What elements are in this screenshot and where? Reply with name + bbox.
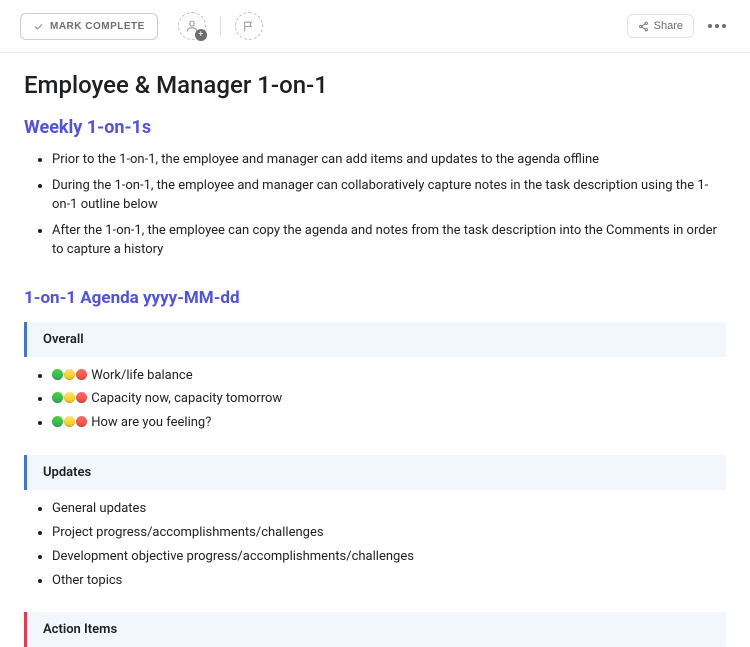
topbar: MARK COMPLETE + Share [0,0,750,53]
list-item: During the 1-on-1, the employee and mana… [52,176,726,215]
section-list: Work/life balance Capacity now, capacity… [24,367,726,434]
section-list: General updates Project progress/accompli… [24,500,726,590]
assignee-button-wrap: + [178,12,206,40]
page-title: Employee & Manager 1-on-1 [24,71,726,99]
list-item-label: Capacity now, capacity tomorrow [91,391,282,406]
status-dot-yellow [64,369,75,380]
status-dot-red [76,416,87,427]
check-icon [33,21,44,32]
content: Employee & Manager 1-on-1 Weekly 1-on-1s… [0,53,750,647]
section-header: Updates [24,455,726,490]
list-item: How are you feeling? [52,414,726,433]
mark-complete-button[interactable]: MARK COMPLETE [20,13,158,40]
list-item: Capacity now, capacity tomorrow [52,390,726,409]
separator [220,16,221,36]
list-item-label: How are you feeling? [91,415,211,430]
status-dot-green [52,416,63,427]
list-item: General updates [52,500,726,519]
list-item: Project progress/accomplishments/challen… [52,524,726,543]
list-item: After the 1-on-1, the employee can copy … [52,221,726,260]
section-header: Overall [24,322,726,357]
plus-badge-icon: + [195,29,207,41]
weekly-list: Prior to the 1-on-1, the employee and ma… [24,150,726,260]
list-item-label: Work/life balance [91,368,192,383]
share-button[interactable]: Share [627,14,694,38]
weekly-heading: Weekly 1-on-1s [24,117,726,138]
list-item: Development objective progress/accomplis… [52,548,726,567]
status-dot-green [52,392,63,403]
assignee-button[interactable]: + [178,12,206,40]
mark-complete-label: MARK COMPLETE [50,21,145,32]
more-button[interactable] [704,20,730,32]
list-item: Prior to the 1-on-1, the employee and ma… [52,150,726,170]
flag-icon [242,20,255,33]
status-dot-green [52,369,63,380]
share-label: Share [654,20,683,32]
share-icon [638,21,649,32]
status-dot-yellow [64,392,75,403]
flag-button[interactable] [235,12,263,40]
status-dot-red [76,392,87,403]
agenda-heading: 1-on-1 Agenda yyyy-MM-dd [24,288,726,308]
list-item: Other topics [52,572,726,591]
section-header: Action Items [24,612,726,647]
status-dot-red [76,369,87,380]
list-item: Work/life balance [52,367,726,386]
status-dot-yellow [64,416,75,427]
